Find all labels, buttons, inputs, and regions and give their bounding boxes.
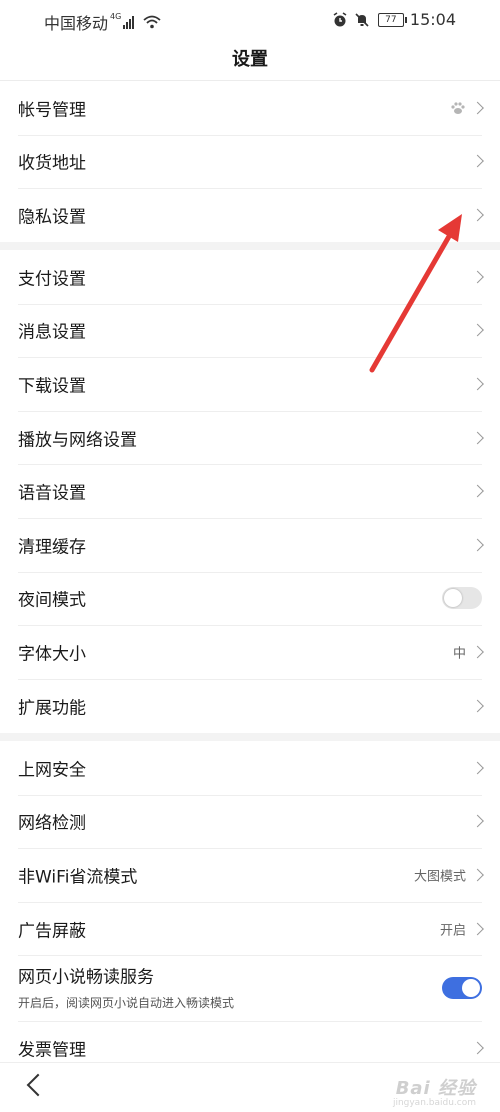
row-label: 清理缓存 [18, 537, 86, 558]
page-title: 设置 [232, 49, 268, 70]
row-label: 下载设置 [18, 376, 86, 397]
row-label: 网页小说畅读服务 [18, 967, 154, 988]
clock-time: 15:04 [409, 10, 456, 29]
battery-icon: 77 [377, 12, 407, 27]
chevron-right-icon [471, 377, 484, 391]
row-data-saver-mode[interactable]: 非WiFi省流模式 大图模式 [0, 848, 500, 902]
row-download-settings[interactable]: 下载设置 [0, 357, 500, 411]
font-size-value: 中 [452, 646, 466, 662]
chevron-right-icon [471, 431, 484, 444]
row-ad-blocking[interactable]: 广告屏蔽 开启 [0, 901, 500, 956]
baidu-paw-icon [451, 102, 465, 114]
row-novel-reader-service: 网页小说畅读服务 开启后，阅读网页小说自动进入畅读模式 [0, 955, 500, 1021]
row-web-security[interactable]: 上网安全 [0, 741, 500, 795]
row-extensions[interactable]: 扩展功能 [0, 678, 500, 733]
row-label: 消息设置 [18, 322, 86, 343]
row-sublabel: 开启后，阅读网页小说自动进入畅读模式 [18, 996, 235, 1011]
chevron-right-icon [471, 868, 484, 882]
chevron-right-icon [471, 538, 484, 552]
chevron-right-icon [471, 922, 484, 935]
chevron-right-icon [471, 484, 484, 498]
group-separator [0, 733, 500, 741]
chevron-right-icon [471, 324, 484, 337]
ad-block-value: 开启 [439, 923, 466, 939]
night-mode-toggle[interactable] [442, 587, 482, 610]
status-right: 77 15:04 [332, 10, 456, 29]
watermark-url: jingyan.baidu.com [392, 1098, 476, 1108]
alarm-icon [333, 11, 347, 26]
signal-icon [123, 15, 135, 29]
row-label: 扩展功能 [18, 698, 86, 719]
row-label: 夜间模式 [18, 590, 86, 611]
row-label: 隐私设置 [18, 207, 86, 228]
row-label: 网络检测 [18, 813, 86, 834]
wifi-icon [143, 15, 161, 29]
row-label: 帐号管理 [18, 100, 86, 121]
row-label: 发票管理 [18, 1040, 86, 1061]
row-clear-cache[interactable]: 清理缓存 [0, 517, 500, 572]
chevron-right-icon [471, 645, 484, 659]
back-arrow-icon[interactable] [26, 1073, 50, 1097]
chevron-right-icon [471, 815, 484, 828]
row-label: 播放与网络设置 [18, 430, 137, 451]
row-label: 广告屏蔽 [18, 921, 86, 942]
row-label: 非WiFi省流模式 [18, 867, 138, 888]
settings-group-account: 帐号管理 收货地址 隐私设置 [0, 81, 500, 242]
group-separator [0, 242, 500, 250]
row-payment-settings[interactable]: 支付设置 [0, 250, 500, 304]
row-account-management[interactable]: 帐号管理 [0, 81, 500, 135]
settings-group-browsing: 上网安全 网络检测 非WiFi省流模式 大图模式 广告屏蔽 开启 网页小说畅读服… [0, 741, 500, 1075]
chevron-right-icon [471, 270, 484, 284]
novel-reader-toggle[interactable] [442, 977, 482, 1000]
chevron-right-icon [471, 761, 484, 775]
watermark-logo: Bai 经验 [395, 1078, 476, 1099]
settings-group-general: 支付设置 消息设置 下载设置 播放与网络设置 语音设置 清理缓存 夜间模式 字体… [0, 250, 500, 733]
network-type: 4G [110, 11, 122, 21]
status-left: 中国移动 4G [44, 10, 161, 34]
chevron-right-icon [471, 101, 484, 115]
row-network-check[interactable]: 网络检测 [0, 794, 500, 849]
row-night-mode: 夜间模式 [0, 571, 500, 626]
row-label: 收货地址 [18, 153, 86, 174]
row-shipping-address[interactable]: 收货地址 [0, 134, 500, 189]
row-font-size[interactable]: 字体大小 中 [0, 625, 500, 679]
row-message-settings[interactable]: 消息设置 [0, 303, 500, 358]
row-label: 上网安全 [18, 760, 86, 781]
row-privacy-settings[interactable]: 隐私设置 [0, 188, 500, 242]
carrier-name: 中国移动 [44, 14, 109, 33]
status-bar: 中国移动 4G 77 15:04 [0, 0, 500, 40]
mute-icon [355, 12, 369, 27]
chevron-right-icon [471, 155, 484, 168]
row-label: 支付设置 [18, 269, 86, 290]
chevron-right-icon [471, 699, 484, 712]
chevron-right-icon [471, 208, 484, 222]
row-label: 字体大小 [18, 644, 86, 665]
row-label: 语音设置 [18, 483, 86, 504]
row-voice-settings[interactable]: 语音设置 [0, 464, 500, 518]
data-saver-value: 大图模式 [413, 869, 466, 885]
row-playback-network-settings[interactable]: 播放与网络设置 [0, 410, 500, 465]
chevron-right-icon [471, 1041, 484, 1055]
